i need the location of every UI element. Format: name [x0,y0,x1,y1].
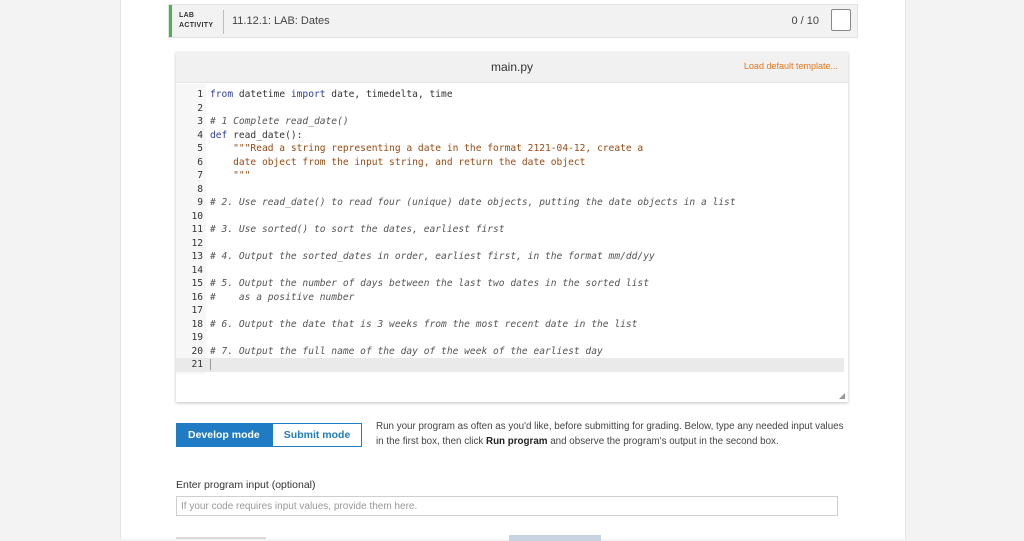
lab-score: 0 / 10 [791,15,819,27]
code-line[interactable]: 5 """Read a string representing a date i… [176,142,844,156]
code-token: import [290,89,326,100]
code-content: from datetime import date, timedelta, ti… [210,88,453,102]
code-line[interactable]: 15 # 5. Output the number of days between… [176,277,844,291]
line-number: 10 [191,210,203,222]
code-line[interactable]: 4 def read_date(): [176,129,844,143]
code-token: from [210,89,234,100]
line-number: 4 [197,129,203,141]
code-line[interactable]: 12 [176,237,844,251]
line-number: 8 [197,183,203,195]
mode-tabs: Develop mode Submit mode [176,423,363,447]
help-text-run-program: Run program [486,436,548,447]
code-content: """ [210,169,250,183]
code-line[interactable]: 2 [176,102,844,116]
line-number: 1 [197,89,203,100]
code-line[interactable]: 17 [176,304,844,318]
lab-badge-line2: ACTIVITY [179,22,214,29]
code-line[interactable]: 7 """ [176,169,844,183]
code-token: # 2. Use read_date() to read four (uniqu… [210,197,736,208]
code-content: # 3. Use sorted() to sort the dates, ear… [210,223,505,237]
line-number: 20 [191,345,203,357]
code-line[interactable]: 18 # 6. Output the date that is 3 weeks f… [176,318,844,332]
resize-grip-icon[interactable] [839,393,845,399]
code-token: date object from the input string, and r… [210,156,586,168]
code-content: # 7. Output the full name of the day of … [210,345,603,359]
line-number: 7 [197,170,203,181]
develop-mode-button[interactable]: Develop mode [176,423,272,447]
load-default-template-link[interactable]: Load default template... [744,61,838,71]
line-number: 21 [191,359,203,370]
line-number: 11 [191,224,203,235]
lab-title: 11.12.1: LAB: Dates [232,15,330,27]
code-editor: main.py Load default template... 1 from d… [176,52,848,402]
code-content: # 6. Output the date that is 3 weeks fro… [210,318,637,332]
line-number: 9 [197,197,203,208]
help-text-end: and observe the program's output in the … [547,436,779,447]
line-number: 2 [197,102,203,114]
code-content: def read_date(): [210,129,302,143]
line-number: 16 [191,291,203,303]
lab-accent-bar [169,5,172,37]
code-line[interactable]: 13 # 4. Output the sorted_dates in order,… [176,250,844,264]
program-input-label: Enter program input (optional) [176,479,316,491]
code-token: # 7. Output the full name of the day of … [210,345,603,357]
code-content: # 5. Output the number of days between t… [210,277,649,291]
line-number: 17 [191,305,203,316]
header-divider [223,10,224,34]
run-program-button[interactable] [509,535,601,541]
code-line[interactable]: 3 # 1 Complete read_date() [176,115,844,129]
code-token: read_date(): [227,129,303,141]
mode-help-text: Run your program as often as you'd like,… [376,419,846,449]
line-number: 6 [197,156,203,168]
code-token: # as a positive number [210,291,355,303]
code-line[interactable]: 6 date object from the input string, and… [176,156,844,170]
code-token: # 1 Complete read_date() [210,116,349,127]
code-content: # 1 Complete read_date() [210,115,349,129]
code-line[interactable]: 9 # 2. Use read_date() to read four (uniq… [176,196,844,210]
line-number: 18 [191,318,203,330]
line-number: 12 [191,237,203,249]
code-content: # as a positive number [210,291,354,305]
code-text-area[interactable]: 1 from datetime import date, timedelta, t… [176,84,848,394]
code-line[interactable]: 20 # 7. Output the full name of the day o… [176,345,844,359]
code-token: # 4. Output the sorted_dates in order, e… [210,251,655,262]
code-token: datetime [233,89,291,100]
completion-checkbox [831,9,851,31]
code-token: def [210,129,228,141]
code-line[interactable]: 10 [176,210,844,224]
lab-activity-badge: LAB ACTIVITY [179,11,213,31]
lab-activity-header: LAB ACTIVITY 11.12.1: LAB: Dates 0 / 10 [168,4,858,38]
submit-mode-button[interactable]: Submit mode [271,423,363,447]
lab-badge-line1: LAB [179,12,195,19]
editor-toolbar: main.py Load default template... [176,52,848,83]
line-number: 19 [191,332,203,343]
code-content: date object from the input string, and r… [210,156,585,170]
code-content [210,358,211,372]
code-line[interactable]: 21 [176,358,844,372]
line-number: 13 [191,251,203,262]
code-line[interactable]: 8 [176,183,844,197]
text-cursor [210,358,211,370]
code-line[interactable]: 11 # 3. Use sorted() to sort the dates, e… [176,223,844,237]
code-token: # 3. Use sorted() to sort the dates, ear… [210,224,505,235]
code-token: """ [210,170,251,181]
line-number: 5 [197,143,203,154]
program-input-field[interactable] [176,496,838,516]
code-token: date, timedelta, time [325,89,453,100]
code-line[interactable]: 19 [176,331,844,345]
code-content: # 4. Output the sorted_dates in order, e… [210,250,655,264]
code-line[interactable]: 14 [176,264,844,278]
code-token: # 6. Output the date that is 3 weeks fro… [210,318,638,330]
code-token: """Read a string representing a date in … [210,143,644,154]
code-content: # 2. Use read_date() to read four (uniqu… [210,196,736,210]
line-number: 14 [191,264,203,276]
code-line[interactable]: 16 # as a positive number [176,291,844,305]
code-content: """Read a string representing a date in … [210,142,643,156]
code-line[interactable]: 1 from datetime import date, timedelta, t… [176,88,844,102]
code-token: # 5. Output the number of days between t… [210,278,649,289]
line-number: 3 [197,116,203,127]
line-number: 15 [191,278,203,289]
